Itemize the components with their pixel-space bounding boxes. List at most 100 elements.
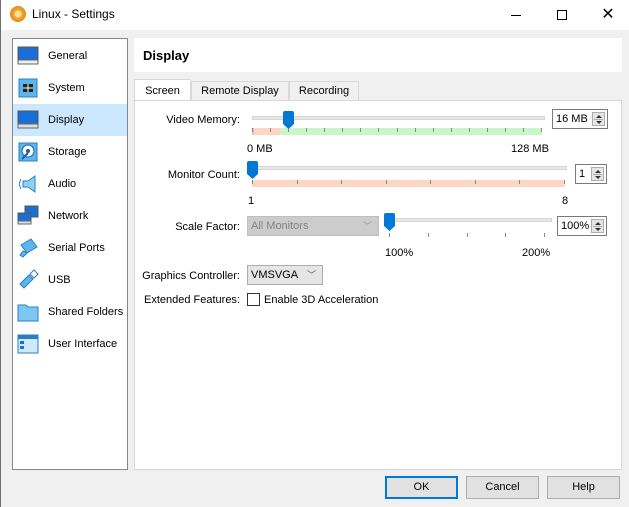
monitor-count-label: Monitor Count: (167, 169, 240, 181)
sidebar-item-label: Network (48, 210, 89, 222)
sidebar-item-display[interactable]: Display (13, 104, 127, 136)
video-memory-spin-buttons[interactable] (592, 112, 605, 126)
scale-factor-slider-thumb[interactable] (384, 213, 395, 231)
sidebar-item-audio[interactable]: Audio (13, 168, 127, 200)
help-button[interactable]: Help (547, 476, 620, 499)
sidebar-item-label: Serial Ports (48, 242, 105, 254)
spin-down-icon (595, 176, 601, 179)
extended-features-label: Extended Features: (143, 294, 240, 306)
scale-factor-scale (389, 233, 545, 240)
scale-tick (341, 180, 343, 184)
scale-tick (252, 180, 253, 184)
scale-factor-slider[interactable] (384, 212, 554, 240)
scale-factor-monitor-value: All Monitors (251, 220, 309, 232)
scale-tick (564, 180, 565, 184)
scale-tick (504, 128, 506, 132)
scale-segment (254, 128, 280, 135)
storage-disk-icon (18, 142, 38, 162)
monitor-count-spin-buttons[interactable] (591, 167, 604, 181)
sidebar-item-serial-ports[interactable]: Serial Ports (13, 232, 127, 264)
monitor-count-max-label: 8 (562, 195, 569, 207)
scale-segment (279, 128, 542, 135)
video-memory-min-label: 0 MB (247, 143, 273, 155)
scale-tick (432, 128, 434, 132)
scale-factor-label: Scale Factor: (175, 221, 240, 233)
scale-factor-max-label: 200% (522, 247, 551, 259)
slider-track (252, 116, 545, 120)
maximize-button[interactable] (539, 0, 585, 30)
sidebar-item-usb[interactable]: USB (13, 264, 127, 296)
enable-3d-acceleration-checkbox[interactable] (247, 293, 260, 306)
monitor-count-scale (252, 180, 565, 187)
maximize-icon (557, 10, 567, 20)
sidebar-item-storage[interactable]: Storage (13, 136, 127, 168)
tab-remote-display[interactable]: Remote Display (191, 81, 289, 101)
scale-tick (342, 128, 344, 132)
cancel-button[interactable]: Cancel (466, 476, 539, 499)
spin-down-icon (595, 228, 601, 231)
sidebar-item-network[interactable]: Network (13, 200, 127, 232)
scale-factor-monitor-select[interactable]: All Monitors ﹀ (247, 216, 379, 236)
page-title: Display (143, 48, 190, 63)
sidebar-item-general[interactable]: General (13, 40, 127, 72)
sidebar-item-user-interface[interactable]: User Interface (13, 328, 127, 360)
serial-port-icon (19, 238, 38, 258)
monitor-count-spinbox[interactable]: 1 (575, 164, 607, 184)
scale-tick (541, 128, 542, 132)
close-icon: ✕ (601, 6, 615, 23)
graphics-controller-label: Graphics Controller: (142, 270, 240, 282)
scale-tick (474, 180, 476, 184)
video-memory-slider[interactable] (247, 111, 547, 135)
scale-tick (466, 233, 468, 237)
tab-screen[interactable]: Screen (134, 79, 191, 100)
audio-speaker-icon (19, 175, 36, 193)
scale-tick (544, 233, 545, 237)
sidebar-item-label: Storage (48, 146, 87, 158)
spin-up-icon (595, 170, 601, 173)
scale-tick (468, 128, 470, 132)
tab-recording[interactable]: Recording (289, 81, 359, 101)
sidebar-item-label: Shared Folders (48, 306, 124, 318)
scale-factor-value: 100% (561, 220, 590, 232)
scale-tick (296, 180, 298, 184)
video-memory-slider-thumb[interactable] (283, 111, 295, 129)
monitor-count-value: 1 (579, 168, 586, 180)
title-bar: Linux - Settings ✕ (1, 0, 629, 30)
monitor-count-slider-thumb[interactable] (247, 161, 258, 179)
minimize-button[interactable] (493, 0, 539, 30)
video-memory-value: 16 MB (556, 113, 588, 125)
scale-tick (505, 233, 507, 237)
scale-tick (450, 128, 452, 132)
scale-tick (519, 180, 521, 184)
user-interface-icon (17, 334, 39, 354)
spin-up-icon (595, 222, 601, 225)
video-memory-scale (252, 128, 542, 135)
scale-tick (414, 128, 416, 132)
video-memory-label: Video Memory: (166, 114, 240, 126)
settings-panel: Display Screen Remote Display Recording … (134, 38, 622, 470)
virtualbox-gear-icon (10, 6, 26, 22)
enable-3d-acceleration-label[interactable]: Enable 3D Acceleration (264, 294, 378, 306)
graphics-controller-value: VMSVGA (251, 269, 299, 281)
slider-track (389, 218, 552, 222)
video-memory-spinbox[interactable]: 16 MB (552, 109, 608, 129)
chevron-down-icon: ﹀ (306, 270, 316, 280)
sidebar-item-shared-folders[interactable]: Shared Folders (13, 296, 127, 328)
slider-track (252, 166, 567, 170)
scale-factor-spinbox[interactable]: 100% (557, 216, 607, 236)
sidebar-item-system[interactable]: System (13, 72, 127, 104)
system-chip-icon (18, 78, 38, 98)
scale-tick (306, 128, 308, 132)
usb-icon (19, 269, 39, 289)
scale-tick (270, 128, 272, 132)
ok-button[interactable]: OK (385, 476, 458, 499)
display-monitor-icon (17, 110, 39, 129)
monitor-count-slider[interactable] (247, 160, 569, 188)
graphics-controller-select[interactable]: VMSVGA ﹀ (247, 265, 323, 285)
scale-tick (396, 128, 398, 132)
scale-tick (385, 180, 387, 184)
close-button[interactable]: ✕ (585, 0, 629, 30)
scale-factor-spin-buttons[interactable] (591, 219, 604, 233)
spin-up-icon (596, 115, 602, 118)
sidebar-item-label: General (48, 50, 88, 62)
